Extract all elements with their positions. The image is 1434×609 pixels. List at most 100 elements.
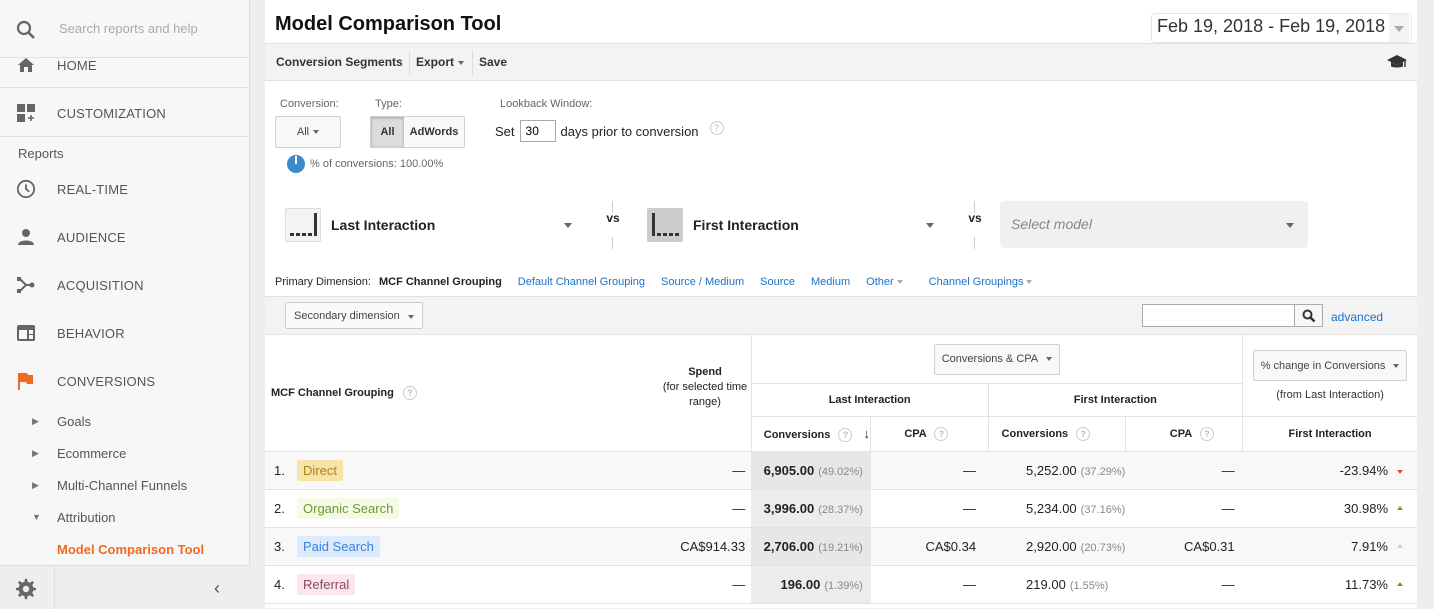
col-label: CPA — [904, 428, 927, 440]
vs-separator: vs — [603, 201, 623, 249]
col-fi-cpa[interactable]: CPA ? — [1124, 416, 1244, 452]
search-placeholder[interactable]: Search reports and help — [59, 21, 198, 36]
main-content: Model Comparison Tool Feb 19, 2018 - Feb… — [265, 0, 1417, 608]
model-selector-1[interactable]: Last Interaction — [285, 208, 575, 242]
li-conversions-cell: 196.00 (1.39%) — [751, 565, 871, 604]
sidebar-subitem-model-comparison[interactable]: Model Comparison Tool — [0, 535, 250, 563]
help-icon[interactable]: ? — [709, 121, 724, 135]
export-label: Export — [416, 55, 455, 69]
model-1-name: Last Interaction — [331, 217, 436, 233]
model-selector-2[interactable]: First Interaction — [647, 208, 937, 242]
sidebar-item-conversions[interactable]: CONVERSIONS — [0, 359, 250, 403]
metric-selector-dropdown[interactable]: Conversions & CPA — [933, 343, 1060, 375]
secondary-dimension-dropdown[interactable]: Secondary dimension — [285, 302, 423, 329]
col-li-conversions[interactable]: Conversions ? ↓ — [750, 416, 872, 452]
sidebar-subitem-label: Multi-Channel Funnels — [57, 477, 188, 493]
channel-link[interactable]: Direct — [297, 460, 343, 481]
value: 5,234.00 — [1026, 501, 1077, 516]
row-index: 1. — [274, 463, 285, 478]
change-selector-dropdown[interactable]: % change in Conversions — [1253, 350, 1408, 381]
percent: (37.16%) — [1080, 504, 1126, 516]
spend-column-header: Spend (for selected time range) — [660, 365, 750, 410]
scrollbar-gutter[interactable] — [1417, 0, 1434, 608]
advanced-filter-link[interactable]: advanced — [1331, 310, 1383, 324]
help-icon[interactable]: ? — [838, 428, 853, 442]
other-label: Other — [866, 276, 894, 288]
arrow-down-icon — [1397, 469, 1403, 474]
col-label: Conversions — [763, 429, 831, 441]
channel-link[interactable]: Organic Search — [297, 498, 400, 519]
channel-link[interactable]: Referral — [297, 574, 356, 595]
sidebar-item-audience[interactable]: AUDIENCE — [0, 215, 250, 259]
secondary-dimension-label: Secondary dimension — [294, 309, 400, 322]
dimension-link-default-channel[interactable]: Default Channel Grouping — [518, 276, 645, 288]
dimension-link-source-medium[interactable]: Source / Medium — [661, 276, 744, 288]
select-model-placeholder: Select model — [1011, 216, 1092, 232]
gear-icon[interactable] — [14, 577, 38, 601]
li-conversions-cell: 3,996.00 (28.37%) — [751, 489, 871, 528]
sidebar-subitem-multichannel[interactable]: ▶ Multi-Channel Funnels — [0, 471, 250, 499]
col-fi-conversions[interactable]: Conversions ? — [987, 416, 1126, 452]
channel-groupings-dropdown[interactable]: Channel Groupings — [929, 276, 1033, 288]
change-selector-header: % change in Conversions (from Last Inter… — [1242, 334, 1417, 417]
date-range-picker[interactable]: Feb 19, 2018 - Feb 19, 2018 — [1151, 13, 1413, 43]
lookback-days-input[interactable] — [519, 120, 556, 142]
sidebar-item-realtime[interactable]: REAL-TIME — [0, 167, 250, 211]
sidebar-subitem-attribution[interactable]: ▼ Attribution — [0, 503, 250, 531]
change-cell: 30.98% — [1242, 489, 1417, 528]
chevron-down-icon — [1026, 280, 1033, 285]
li-cpa-cell: — — [870, 451, 989, 490]
divider — [409, 50, 410, 75]
dimension-cell: 4. Referral — — [265, 565, 752, 604]
sort-descending-icon[interactable]: ↓ — [864, 426, 871, 441]
chevron-down-icon — [458, 60, 465, 65]
spend-header-label: Spend — [688, 365, 722, 378]
sidebar-subitem-label: Ecommerce — [57, 445, 127, 461]
type-all-button[interactable]: All — [371, 117, 404, 147]
help-icon[interactable]: ? — [1199, 427, 1214, 441]
model-selector-3[interactable]: Select model — [1000, 201, 1308, 248]
help-icon[interactable]: ? — [1076, 427, 1091, 441]
spend-cell: — — [732, 501, 746, 516]
percent: (1.55%) — [1069, 580, 1109, 592]
chevron-down-icon — [1389, 14, 1410, 42]
sidebar-item-customization[interactable]: CUSTOMIZATION — [0, 91, 250, 135]
percent: (49.02%) — [818, 466, 863, 478]
col-li-cpa[interactable]: CPA ? — [870, 416, 989, 452]
graduation-cap-icon[interactable] — [1386, 54, 1408, 70]
conversion-segments-button[interactable]: Conversion Segments — [276, 44, 403, 81]
comparison-table: MCF Channel Grouping ? Spend (for select… — [265, 334, 1417, 604]
primary-dimension-label: Primary Dimension: — [275, 276, 371, 288]
row-index: 4. — [274, 577, 285, 592]
sidebar-subitem-label: Attribution — [57, 509, 116, 525]
type-adwords-button[interactable]: AdWords — [404, 117, 464, 147]
conversion-dropdown[interactable]: All — [275, 116, 341, 148]
collapse-sidebar-icon[interactable]: ‹ — [214, 578, 220, 599]
dimension-link-source[interactable]: Source — [760, 276, 795, 288]
conversion-label: Conversion: — [280, 98, 339, 110]
sidebar-item-home[interactable]: HOME — [0, 43, 250, 87]
dimension-other-dropdown[interactable]: Other — [866, 276, 903, 288]
vs-label: vs — [606, 211, 620, 225]
table-search-button[interactable] — [1294, 304, 1323, 327]
value: 7.91% — [1351, 539, 1388, 554]
type-toggle: All AdWords — [370, 116, 465, 148]
table-search-input[interactable] — [1142, 304, 1295, 327]
sidebar-subitem-ecommerce[interactable]: ▶ Ecommerce — [0, 439, 250, 467]
help-icon[interactable]: ? — [934, 427, 949, 441]
channel-link[interactable]: Paid Search — [297, 536, 380, 557]
sidebar-item-acquisition[interactable]: ACQUISITION — [0, 263, 250, 307]
sidebar-subitem-goals[interactable]: ▶ Goals — [0, 407, 250, 435]
sidebar-item-behavior[interactable]: BEHAVIOR — [0, 311, 250, 355]
clock-icon — [16, 179, 36, 199]
date-range-text: Feb 19, 2018 - Feb 19, 2018 — [1157, 16, 1386, 36]
help-icon[interactable]: ? — [402, 386, 417, 400]
save-button[interactable]: Save — [479, 44, 507, 81]
divider — [612, 201, 613, 213]
divider — [612, 237, 613, 249]
spend-cell: CA$914.33 — [680, 539, 746, 554]
dimension-cell: 2. Organic Search — — [265, 489, 752, 528]
li-cpa-cell: — — [870, 565, 989, 604]
export-button[interactable]: Export — [416, 44, 465, 81]
dimension-link-medium[interactable]: Medium — [811, 276, 850, 288]
